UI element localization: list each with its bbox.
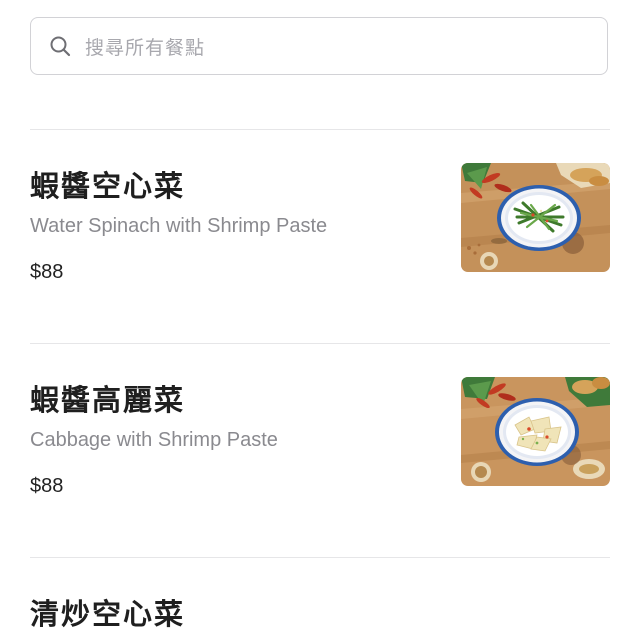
search-icon <box>50 36 71 57</box>
cabbage-dish-photo[interactable] <box>461 377 610 486</box>
item-price: $88 <box>30 475 64 497</box>
item-price: $88 <box>30 261 64 283</box>
menu-item-stir-fried-water-spinach[interactable]: 清炒空心菜 <box>30 591 610 640</box>
menu-item-cabbage-shrimp-paste[interactable]: 蝦醬高麗菜 Cabbage with Shrimp Paste $88 <box>30 377 610 517</box>
search-bar[interactable]: 搜尋所有餐點 <box>30 17 608 75</box>
item-subtitle: Cabbage with Shrimp Paste <box>30 429 278 451</box>
search-input-placeholder[interactable]: 搜尋所有餐點 <box>85 33 205 60</box>
divider <box>30 129 610 130</box>
menu-item-water-spinach-shrimp-paste[interactable]: 蝦醬空心菜 Water Spinach with Shrimp Paste $8… <box>30 163 610 303</box>
item-name: 蝦醬空心菜 <box>30 169 186 203</box>
divider <box>30 557 610 558</box>
item-subtitle: Water Spinach with Shrimp Paste <box>30 215 328 237</box>
item-name: 清炒空心菜 <box>30 597 186 631</box>
divider <box>30 343 610 344</box>
water-spinach-dish-photo[interactable] <box>461 163 610 272</box>
item-name: 蝦醬高麗菜 <box>30 383 186 417</box>
